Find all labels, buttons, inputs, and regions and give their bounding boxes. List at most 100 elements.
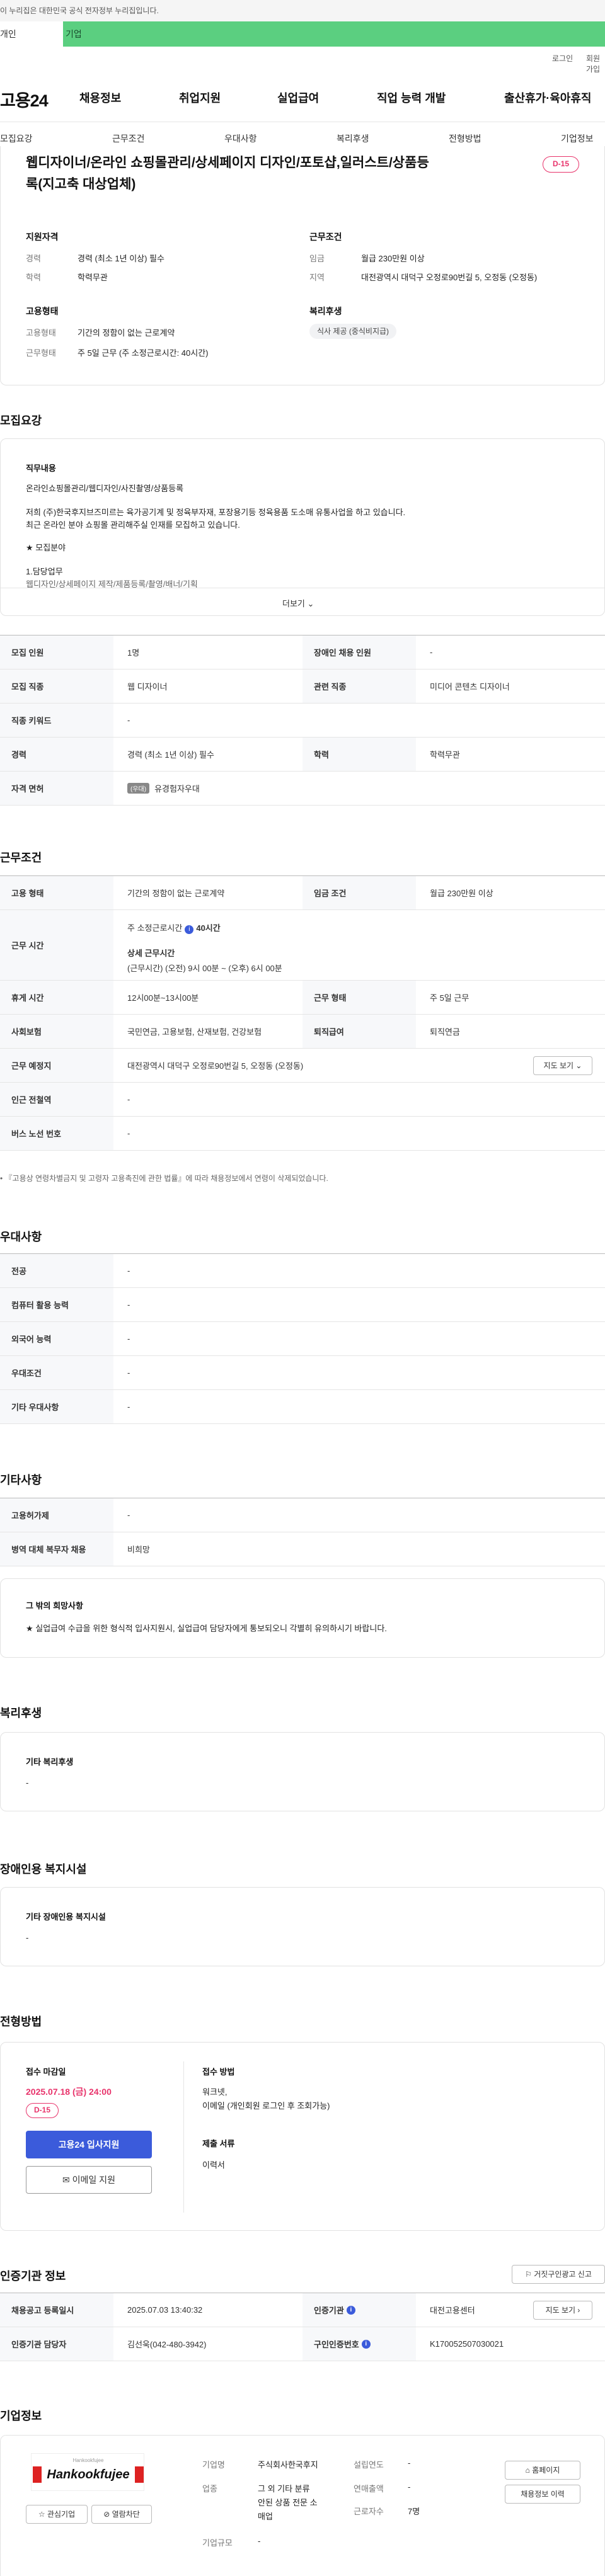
company-card: Hankookfujee Hankookfujee ☆ 관심기업 ⊘ 열람차단 … [0,2435,605,2576]
table-row: 버스 노선 번호 - [0,1117,605,1151]
table-header: 임금 조건 [302,876,416,909]
weekly-hours-value: 40시간 [196,923,221,933]
cond-key: 지역 [309,273,325,282]
section-nav-prefer[interactable]: 우대사항 [224,132,257,145]
section-nav-work[interactable]: 근무조건 [112,132,145,145]
table-cell: 김선욱(042-480-3942) [127,2340,207,2349]
agency-table: 채용공고 등록일시 2025.07.03 13:40:32 인증기관 i 대전고용… [0,2293,605,2361]
table-cell: 비희망 [127,1545,150,1554]
method-label: 접수 방법 [202,2067,235,2077]
gnb-item-jobs[interactable]: 채용정보 [79,89,121,106]
join-link[interactable]: 회원가입 [586,53,605,74]
table-cell: - [127,1368,130,1377]
user-type-tabs: 개인 기업 [0,21,605,47]
emp-value: 주 5일 근무 (주 소정근로시간: 40시간) [78,348,209,358]
table-row: 근무 예정지 대전광역시 대덕구 오정로90번길 5, 오정동 (오정동) 지도… [0,1049,605,1083]
job-title-line2: 록(지고축 대상업체) [26,177,136,191]
table-header: 장애인 채용 인원 [302,635,416,669]
more-button[interactable]: 더보기 ⌄ [282,597,314,609]
table-header: 전공 [0,1254,113,1287]
section-title-process: 전형방법 [0,2015,42,2028]
table-cell: - [127,1510,130,1520]
table-cell: 웹 디자이너 [127,682,168,692]
agency-map-button[interactable]: 지도 보기 › [533,2301,592,2320]
company-value: - [258,2536,261,2546]
section-title-prefer: 우대사항 [0,1231,42,1243]
info-icon[interactable]: i [346,2305,355,2315]
table-cell: 2025.07.03 13:40:32 [127,2305,203,2315]
table-cell: - [127,1129,130,1138]
work-table: 고용 형태 기간의 정함이 없는 근로계약 임금 조건 월급 230만원 이상 … [0,875,605,1169]
tab-company[interactable]: 기업 [63,21,605,47]
company-key: 업종 [202,2484,217,2493]
duty-line: 저희 (주)한국후지브즈미르는 육가공기계 및 정육부자재, 포장용기등 정육용… [26,508,406,517]
report-icon: ⚐ [525,2270,532,2279]
section-nav-welfare[interactable]: 복리후생 [337,132,369,145]
tab-personal[interactable]: 개인 [0,21,63,47]
recruit-table: 모집 인원 1명 장애인 채용 인원 - 모집 직종 웹 디자이너 관련 직종 … [0,635,605,806]
welfare-title: 복리후생 [309,306,342,316]
company-key: 기업규모 [202,2538,233,2548]
table-header: 우대조건 [0,1356,113,1389]
section-title-company: 기업정보 [0,2410,42,2422]
favorite-company-button[interactable]: ☆ 관심기업 [26,2505,88,2524]
table-cell: 1명 [127,648,140,658]
info-icon[interactable]: i [361,2339,371,2349]
job-history-button[interactable]: 채용정보 이력 [505,2485,580,2504]
detail-hours-title: 상세 근무시간 [127,949,175,958]
company-value: - [408,2458,411,2468]
company-key: 기업명 [202,2460,225,2470]
table-cell: K170052507030021 [430,2339,504,2349]
table-header: 고용 형태 [0,876,113,909]
homepage-button[interactable]: ⌂ 홈페이지 [505,2461,580,2480]
section-title-disabled: 장애인용 복지시설 [0,1863,87,1876]
process-card: 접수 마감일 2025.07.18 (금) 24:00 D-15 고용24 입사… [0,2042,605,2231]
gov-banner-text: 이 누리집은 대한민국 공식 전자정부 누리집입니다. [0,6,159,15]
table-header: 컴퓨터 활용 능력 [0,1288,113,1321]
table-row: 우대조건 - [0,1356,605,1390]
block-view-button[interactable]: ⊘ 열람차단 [91,2505,152,2524]
apply-button[interactable]: 고용24 입사지원 [26,2131,152,2158]
cert-no-label: 구인인증번호 [314,2340,359,2349]
section-title-welfare: 복리후생 [0,1707,42,1719]
table-row: 채용공고 등록일시 2025.07.03 13:40:32 인증기관 i 대전고용… [0,2293,605,2327]
login-link[interactable]: 로그인 [552,53,573,64]
company-value: 안된 상품 전문 소 [258,2498,318,2507]
table-cell: - [127,1095,130,1104]
company-logo-main: Hankookfujee [47,2468,130,2482]
map-button[interactable]: 지도 보기 ⌄ [533,1056,592,1075]
info-icon[interactable]: i [185,925,194,934]
license-value: 유경험자우대 [154,784,200,794]
site-logo[interactable]: 고용24 [0,87,49,111]
gnb-item-parental-leave[interactable]: 출산휴가·육아휴직 [504,89,591,106]
section-nav-process[interactable]: 전형방법 [449,132,481,145]
qual-value: 학력무관 [78,273,108,282]
gnb-item-training[interactable]: 직업 능력 개발 [377,89,446,106]
section-nav-company[interactable]: 기업정보 [561,132,594,145]
global-nav: 고용24 채용정보 취업지원 실업급여 직업 능력 개발 출산휴가·육아휴직 [0,76,605,122]
agency-label: 인증기관 [314,2306,344,2315]
chevron-right-icon: › [577,2306,580,2315]
gnb-item-unemployment[interactable]: 실업급여 [277,89,319,106]
job-title-line1: 웹디자이너/온라인 쇼핑몰관리/상세페이지 디자인/포토샵,일러스트/상품등 [26,156,429,170]
company-value: 주식회사한국후지 [258,2460,318,2470]
gnb-item-employment-support[interactable]: 취업지원 [179,89,221,106]
qual-key: 학력 [26,273,41,282]
duty-title: 직무내용 [26,464,56,473]
qual-key: 경력 [26,254,41,263]
table-header: 인증기관 i [302,2293,416,2327]
email-apply-button[interactable]: ✉ 이메일 지원 [26,2166,152,2194]
company-value: - [408,2482,411,2492]
report-fake-ad-button[interactable]: ⚐ 거짓구인광고 신고 [512,2265,605,2284]
welfare-box: 기타 복리후생 - [0,1732,605,1811]
section-title-recruit: 모집요강 [0,414,42,427]
table-header: 인근 전철역 [0,1083,113,1116]
weekly-hours: 주 소정근로시간 i 40시간 [127,921,221,934]
section-nav-recruit[interactable]: 모집요강 [0,132,33,145]
section-title-agency: 인증기관 정보 [0,2270,66,2282]
table-row: 고용 형태 기간의 정함이 없는 근로계약 임금 조건 월급 230만원 이상 [0,876,605,910]
table-cell: 기간의 정함이 없는 근로계약 [127,889,225,898]
table-cell: - [127,715,130,725]
chevron-down-icon: ⌄ [307,599,314,608]
docs-label: 제출 서류 [202,2139,235,2148]
